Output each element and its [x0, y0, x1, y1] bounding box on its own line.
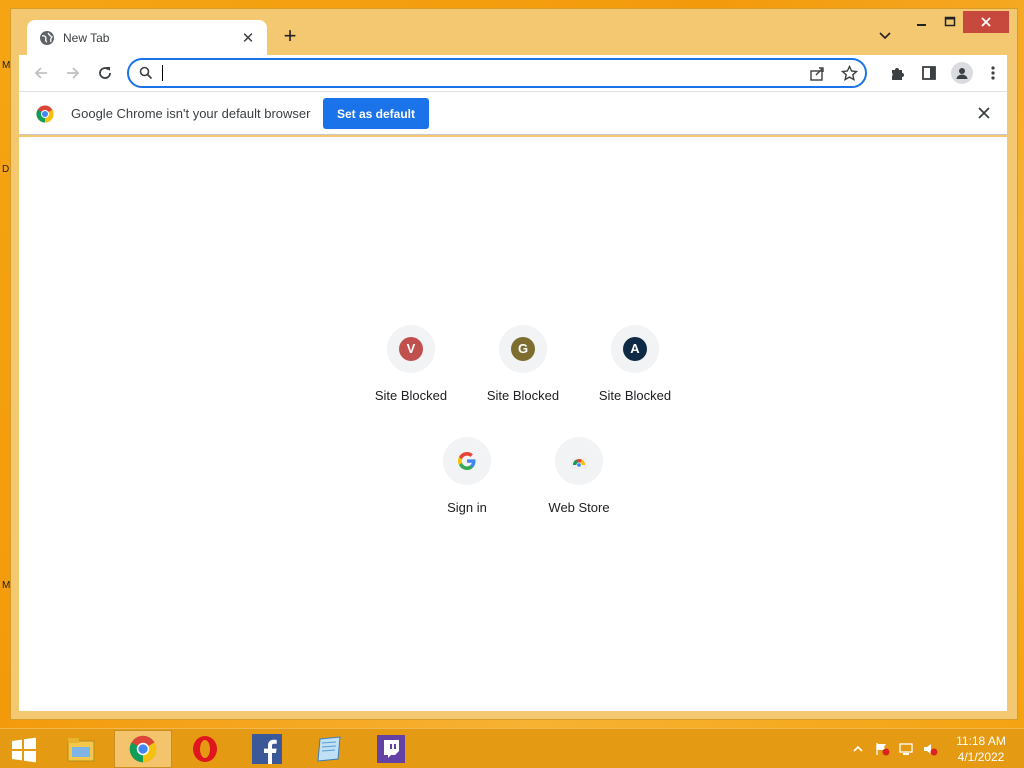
taskbar-app-facebook[interactable]: [238, 730, 296, 768]
shortcut-letter-icon: V: [399, 337, 423, 361]
chrome-icon: [129, 735, 157, 763]
volume-muted-icon[interactable]: [922, 742, 938, 756]
close-icon: [981, 17, 991, 27]
maximize-icon: [944, 16, 956, 27]
omnibox-input[interactable]: [165, 64, 765, 82]
shortcut-icon-circle: A: [611, 325, 659, 373]
twitch-icon: [377, 735, 405, 763]
notepad-icon: [317, 736, 341, 762]
back-button[interactable]: [31, 63, 51, 83]
browser-toolbar: [19, 55, 1007, 91]
forward-button[interactable]: [63, 63, 83, 83]
taskbar-app-twitch[interactable]: [362, 730, 420, 768]
new-tab-page: V Site Blocked G Site Blocked A Site Blo…: [19, 137, 1007, 711]
taskbar-app-notepad[interactable]: [300, 730, 358, 768]
action-center-flag-icon[interactable]: [874, 742, 890, 756]
extensions-button[interactable]: [887, 63, 907, 83]
profile-button[interactable]: [951, 62, 973, 84]
shortcut-label: Site Blocked: [374, 388, 448, 403]
tab-search-chevron-icon[interactable]: [877, 27, 893, 43]
default-browser-infobar: Google Chrome isn't your default browser…: [19, 91, 1007, 135]
kebab-menu-icon: [991, 66, 995, 80]
close-window-button[interactable]: [963, 11, 1009, 33]
facebook-icon: [252, 734, 282, 764]
taskbar: 11:18 AM 4/1/2022: [0, 728, 1024, 768]
shortcut-letter-icon: A: [623, 337, 647, 361]
chrome-window: New Tab ✕ + Google Chrome isn't your def…: [10, 8, 1018, 720]
puzzle-icon: [891, 67, 904, 80]
desktop-icon-label[interactable]: D: [2, 164, 9, 175]
chrome-web-store-icon: [571, 458, 587, 469]
infobar-message: Google Chrome isn't your default browser: [71, 106, 311, 121]
text-caret: [162, 65, 163, 81]
share-icon[interactable]: [809, 65, 826, 82]
minimize-icon: [917, 24, 926, 26]
system-clock[interactable]: 11:18 AM 4/1/2022: [950, 733, 1012, 765]
file-explorer-icon: [67, 738, 95, 762]
opera-icon: [193, 736, 217, 762]
clock-time: 11:18 AM: [956, 734, 1006, 748]
shortcut-tile[interactable]: V Site Blocked: [355, 325, 467, 421]
shortcut-tile-web-store[interactable]: Web Store: [523, 437, 635, 533]
tab-new-tab[interactable]: New Tab ✕: [27, 20, 267, 56]
shortcut-tile[interactable]: G Site Blocked: [467, 325, 579, 421]
reload-icon: [99, 67, 111, 79]
shortcut-label: Sign in: [447, 500, 487, 515]
side-panel-icon: [922, 66, 936, 80]
chrome-menu-button[interactable]: [983, 63, 1003, 83]
shortcut-icon-circle: [443, 437, 491, 485]
globe-icon: [40, 31, 54, 45]
reload-button[interactable]: [95, 63, 115, 83]
title-bar[interactable]: New Tab ✕ +: [11, 9, 1017, 56]
shortcut-tile-sign-in[interactable]: Sign in: [411, 437, 523, 533]
tab-title: New Tab: [63, 31, 110, 45]
network-icon[interactable]: [898, 742, 914, 756]
shortcut-label: Site Blocked: [486, 388, 560, 403]
arrow-right-icon: [67, 67, 80, 79]
omnibox[interactable]: [127, 58, 867, 88]
shortcut-icon-circle: G: [499, 325, 547, 373]
google-g-icon: [458, 452, 476, 470]
minimize-button[interactable]: [909, 11, 935, 33]
avatar-icon: [956, 68, 968, 79]
shortcut-label: Site Blocked: [598, 388, 672, 403]
taskbar-app-opera[interactable]: [176, 730, 234, 768]
side-panel-button[interactable]: [919, 63, 939, 83]
show-hidden-icons[interactable]: [850, 742, 866, 756]
star-icon[interactable]: [841, 65, 858, 82]
clock-date: 4/1/2022: [957, 750, 1005, 764]
chrome-logo-icon: [36, 105, 54, 123]
shortcut-letter-icon: G: [511, 337, 535, 361]
new-tab-button[interactable]: +: [279, 25, 301, 47]
shortcut-tile[interactable]: A Site Blocked: [579, 325, 691, 421]
shortcut-icon-circle: [555, 437, 603, 485]
close-icon[interactable]: [975, 104, 993, 122]
arrow-left-icon: [34, 67, 47, 79]
search-icon: [139, 66, 153, 80]
taskbar-app-chrome[interactable]: [114, 730, 172, 768]
shortcut-label: Web Store: [548, 500, 610, 515]
maximize-button[interactable]: [937, 11, 963, 33]
shortcut-icon-circle: V: [387, 325, 435, 373]
set-as-default-button[interactable]: Set as default: [323, 98, 429, 129]
windows-start-icon[interactable]: [10, 737, 38, 763]
taskbar-app-file-explorer[interactable]: [52, 730, 110, 768]
close-tab-icon[interactable]: ✕: [239, 29, 257, 47]
